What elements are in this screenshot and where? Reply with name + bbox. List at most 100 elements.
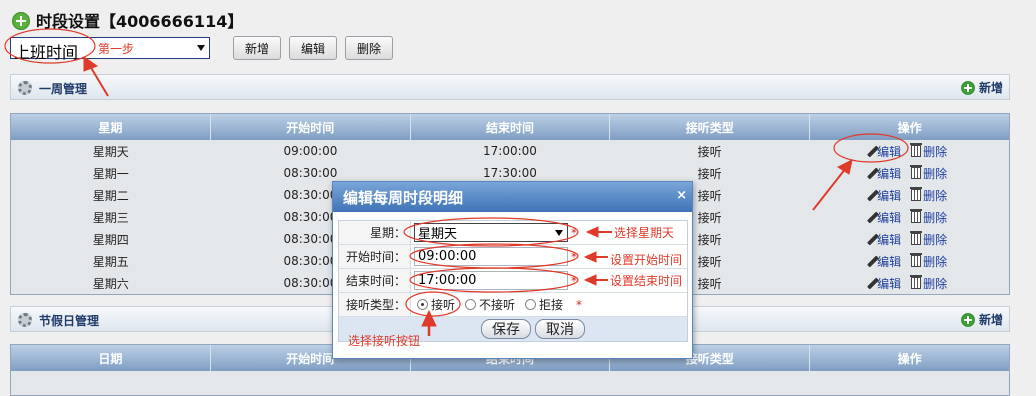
row-edit-button[interactable]: 编辑 xyxy=(867,209,902,226)
radio-answer[interactable]: 接听 xyxy=(417,296,455,313)
row-delete-label: 删除 xyxy=(923,254,948,269)
week-section-title: 一周管理 xyxy=(39,82,88,96)
week-add-button[interactable]: 新增 xyxy=(960,79,1003,96)
row-delete-button[interactable]: 删除 xyxy=(910,165,948,182)
row-delete-label: 删除 xyxy=(923,210,948,225)
start-time-input[interactable]: 09:00:00 xyxy=(414,247,568,266)
cell-weekday: 星期六 xyxy=(92,276,129,291)
required-mark: * xyxy=(576,297,583,312)
col-header-actions: 操作 xyxy=(897,351,922,366)
radio-answer-dot xyxy=(417,299,428,310)
col-header-type: 接听类型 xyxy=(610,114,811,140)
cell-actions: 编辑 删除 xyxy=(809,272,1009,294)
cell-start-time: 09:00:00 xyxy=(283,144,338,158)
gear-icon xyxy=(18,81,32,95)
holiday-add-button[interactable]: 新增 xyxy=(960,311,1003,328)
cell-weekday: 星期四 xyxy=(92,232,129,247)
week-section-bar: 一周管理 新增 xyxy=(10,74,1010,100)
delete-schedule-button[interactable]: 删除 xyxy=(345,36,393,60)
radio-reject-label: 拒接 xyxy=(539,298,564,312)
cell-answer-type: 接听 xyxy=(697,144,722,159)
weekday-label: 星期： xyxy=(339,221,411,244)
cell-weekday: 星期二 xyxy=(92,188,129,203)
end-time-label: 结束时间： xyxy=(339,269,411,292)
row-edit-label: 编辑 xyxy=(877,166,902,181)
chevron-down-icon xyxy=(555,230,563,236)
trash-icon xyxy=(910,143,923,157)
row-edit-button[interactable]: 编辑 xyxy=(867,187,902,204)
row-delete-button[interactable]: 删除 xyxy=(910,231,948,248)
annotation-select-answer: 选择接听按钮 xyxy=(348,334,421,348)
row-delete-label: 删除 xyxy=(923,276,948,291)
trash-icon xyxy=(910,187,923,201)
chevron-down-icon xyxy=(197,45,205,51)
answer-type-label: 接听类型： xyxy=(339,293,411,316)
start-time-label: 开始时间： xyxy=(339,245,411,268)
row-edit-button[interactable]: 编辑 xyxy=(867,231,902,248)
cell-weekday: 星期三 xyxy=(92,210,129,225)
add-schedule-button[interactable]: 新增 xyxy=(233,36,281,60)
required-mark: * xyxy=(571,225,577,240)
trash-icon xyxy=(910,253,923,267)
trash-icon xyxy=(910,209,923,223)
trash-icon xyxy=(910,165,923,179)
week-table-header: 星期 开始时间 结束时间 接听类型 操作 xyxy=(11,114,1009,140)
trash-icon xyxy=(910,275,923,289)
add-icon xyxy=(12,12,30,30)
cancel-button[interactable]: 取消 xyxy=(535,319,585,339)
row-delete-label: 删除 xyxy=(923,166,948,181)
row-delete-button[interactable]: 删除 xyxy=(910,253,948,270)
row-edit-label: 编辑 xyxy=(877,188,902,203)
arrow-step1-head xyxy=(83,56,99,72)
row-edit-label: 编辑 xyxy=(877,276,902,291)
row-delete-button[interactable]: 删除 xyxy=(910,275,948,292)
row-delete-button[interactable]: 删除 xyxy=(910,143,947,160)
row-edit-button[interactable]: 编辑 xyxy=(867,253,902,270)
annotation-set-end: 设置结束时间 xyxy=(610,274,683,288)
end-time-input[interactable]: 17:00:00 xyxy=(414,271,568,290)
row-delete-button[interactable]: 删除 xyxy=(910,209,948,226)
answer-type-row: 接听类型： 接听 不接听 拒接 * xyxy=(339,293,687,317)
table-row: 星期天 09:00:00 17:00:00 接听 编辑 删除 xyxy=(11,140,1009,162)
weekday-select[interactable]: 星期天 xyxy=(414,223,568,242)
weekday-select-value: 星期天 xyxy=(418,227,458,242)
cell-actions: 编辑 删除 xyxy=(809,162,1009,184)
close-icon[interactable]: × xyxy=(676,188,687,203)
trash-icon xyxy=(910,231,923,245)
edit-schedule-button[interactable]: 编辑 xyxy=(289,36,337,60)
radio-reject[interactable]: 拒接 xyxy=(525,296,563,313)
plus-icon xyxy=(960,312,975,327)
cell-actions: 编辑 删除 xyxy=(809,228,1009,250)
row-edit-label: 编辑 xyxy=(877,232,902,247)
radio-no-answer[interactable]: 不接听 xyxy=(465,296,515,313)
col-header-date: 日期 xyxy=(11,345,211,371)
row-edit-button[interactable]: 编辑 xyxy=(867,143,902,160)
col-header-end: 结束时间 xyxy=(411,114,611,140)
annotation-select-weekday: 选择星期天 xyxy=(614,226,675,240)
cell-actions: 编辑 删除 xyxy=(809,184,1009,206)
radio-no-answer-dot xyxy=(465,299,477,310)
cell-weekday: 星期一 xyxy=(92,166,129,181)
week-add-label: 新增 xyxy=(978,81,1003,95)
cell-weekday: 星期天 xyxy=(92,144,129,159)
page-title: 时段设置【4006666114】 xyxy=(36,12,244,31)
row-delete-label: 删除 xyxy=(923,232,948,247)
row-edit-button[interactable]: 编辑 xyxy=(867,275,902,292)
radio-no-answer-label: 不接听 xyxy=(479,298,516,312)
save-button[interactable]: 保存 xyxy=(481,319,531,339)
row-delete-button[interactable]: 删除 xyxy=(910,187,947,204)
row-edit-label: 编辑 xyxy=(877,210,902,225)
cell-actions: 编辑 删除 xyxy=(809,206,1009,228)
col-header-start: 开始时间 xyxy=(211,114,411,140)
radio-answer-label: 接听 xyxy=(431,298,456,312)
required-mark: * xyxy=(571,249,577,264)
dialog-header: 编辑每周时段明细 × xyxy=(333,182,692,212)
row-edit-button[interactable]: 编辑 xyxy=(867,165,902,182)
holiday-add-label: 新增 xyxy=(978,313,1003,327)
row-edit-label: 编辑 xyxy=(877,254,902,269)
dialog-title: 编辑每周时段明细 xyxy=(343,188,464,207)
row-edit-label: 编辑 xyxy=(877,144,902,159)
gear-icon xyxy=(18,313,32,327)
cell-actions: 编辑 删除 xyxy=(809,140,1009,162)
col-header-weekday: 星期 xyxy=(11,114,211,140)
